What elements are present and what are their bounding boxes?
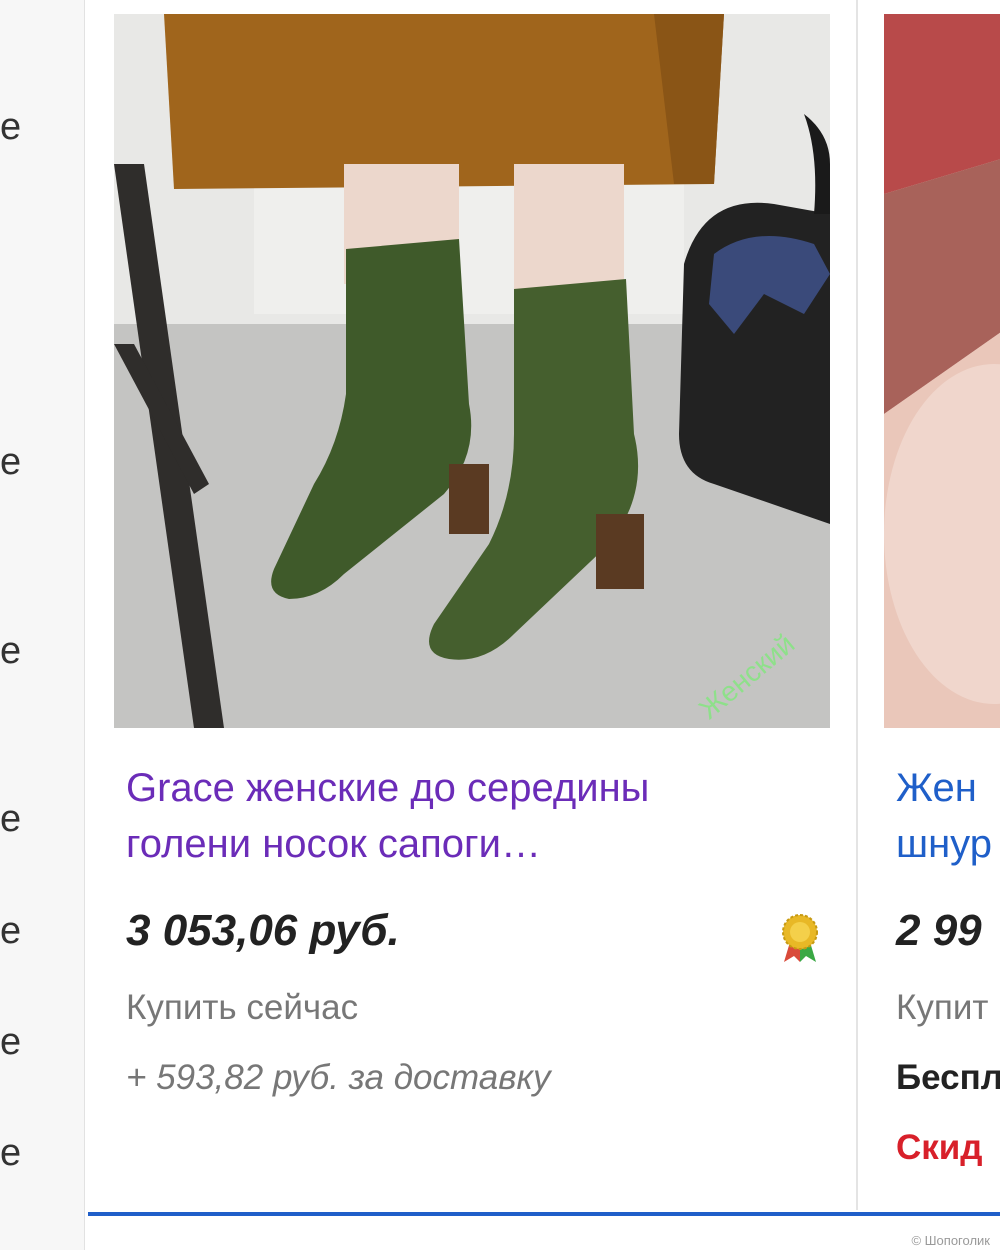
buy-now-label: Купить сейчас: [126, 988, 359, 1027]
product-card[interactable]: Женский Grace женские до середины голени…: [86, 0, 858, 1210]
boots-photo: Женский: [114, 14, 830, 728]
product-card[interactable]: Жен шнур 2 99 Купит Беспл. Скид: [858, 0, 1000, 1210]
sidebar-fragment: e: [0, 910, 22, 952]
product-price: 3 053,06 руб.: [126, 906, 400, 955]
sidebar-fragment: e: [0, 798, 22, 840]
discount-label: Скид: [896, 1128, 983, 1167]
sidebar-fragment: e: [0, 106, 22, 148]
award-ribbon-icon: [778, 912, 822, 964]
buy-now-label: Купит: [896, 988, 989, 1027]
product-photo: [884, 14, 1000, 728]
page-watermark: © Шопоголик: [911, 1233, 990, 1248]
product-image[interactable]: [884, 14, 1000, 728]
left-sidebar: e e e e e e e: [0, 0, 85, 1250]
sidebar-fragment: e: [0, 441, 22, 483]
shipping-cost: + 593,82 руб. за доставку: [126, 1058, 551, 1097]
sidebar-fragment: e: [0, 1021, 22, 1063]
next-section-top: © Шопоголик: [88, 1212, 1000, 1254]
product-title-link[interactable]: Grace женские до середины голени носок с…: [126, 760, 816, 872]
sidebar-fragment: e: [0, 630, 22, 672]
free-shipping-label: Беспл.: [896, 1058, 1000, 1097]
product-price: 2 99: [896, 906, 982, 955]
product-title-line: голени носок сапоги…: [126, 822, 541, 866]
product-title-line: Grace женские до середины: [126, 766, 650, 810]
product-image[interactable]: Женский: [114, 14, 830, 728]
product-title-line: Жен: [896, 766, 977, 810]
sidebar-fragment: e: [0, 1132, 22, 1174]
product-title-link[interactable]: Жен шнур: [896, 760, 1000, 872]
product-title-line: шнур: [896, 822, 992, 866]
